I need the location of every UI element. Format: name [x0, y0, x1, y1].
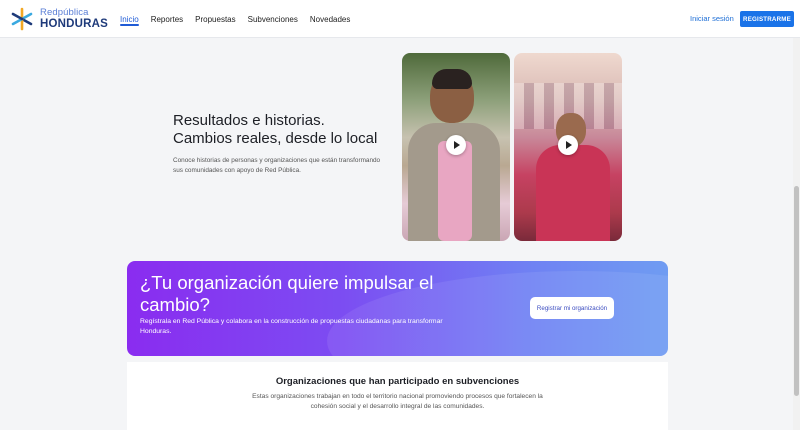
- site-header: Redpública HONDURAS Inicio Reportes Prop…: [0, 0, 800, 38]
- logo[interactable]: Redpública HONDURAS: [10, 6, 108, 32]
- register-organization-banner: ¿Tu organización quiere impulsar el camb…: [127, 261, 668, 356]
- banner-description: Regístrala en Red Pública y colabora en …: [140, 318, 443, 335]
- logo-top-text: Redpública: [40, 7, 89, 18]
- redpublica-logo-icon: [10, 7, 34, 31]
- play-icon[interactable]: [446, 135, 466, 155]
- register-button[interactable]: REGISTRARME: [740, 11, 794, 27]
- hero-title: Resultados e historias. Cambios reales, …: [173, 112, 393, 148]
- logo-bottom-text: HONDURAS: [40, 17, 109, 30]
- page-scrollbar-thumb[interactable]: [794, 186, 799, 396]
- hero-description: Conoce historias de personas y organizac…: [173, 157, 381, 174]
- hero-title-line1: Resultados e historias.: [173, 112, 325, 129]
- video-thumbnail-hair: [432, 69, 472, 89]
- organizations-section: Organizaciones que han participado en su…: [127, 362, 668, 430]
- hero-title-line2: Cambios reales, desde lo local: [173, 130, 378, 147]
- banner-title: ¿Tu organización quiere impulsar el camb…: [140, 272, 434, 315]
- organizations-description: Estas organizaciones trabajan en todo el…: [252, 393, 543, 410]
- nav-inicio[interactable]: Inicio: [120, 0, 139, 38]
- story-video-card[interactable]: [402, 53, 510, 241]
- play-icon[interactable]: [558, 135, 578, 155]
- nav-reportes[interactable]: Reportes: [151, 0, 183, 38]
- main-nav: Inicio Reportes Propuestas Subvenciones …: [120, 0, 362, 38]
- organizations-title: Organizaciones que han participado en su…: [275, 376, 520, 387]
- nav-propuestas[interactable]: Propuestas: [195, 0, 235, 38]
- logo-text: Redpública HONDURAS: [40, 8, 108, 30]
- story-video-card[interactable]: [514, 53, 622, 241]
- video-thumbnail-figure-dress: [438, 141, 472, 241]
- register-organization-button[interactable]: Registrar mi organización: [530, 297, 614, 319]
- nav-novedades[interactable]: Novedades: [310, 0, 350, 38]
- video-thumbnail-figure: [536, 145, 610, 241]
- login-link[interactable]: Iniciar sesión: [690, 14, 734, 23]
- nav-subvenciones[interactable]: Subvenciones: [248, 0, 298, 38]
